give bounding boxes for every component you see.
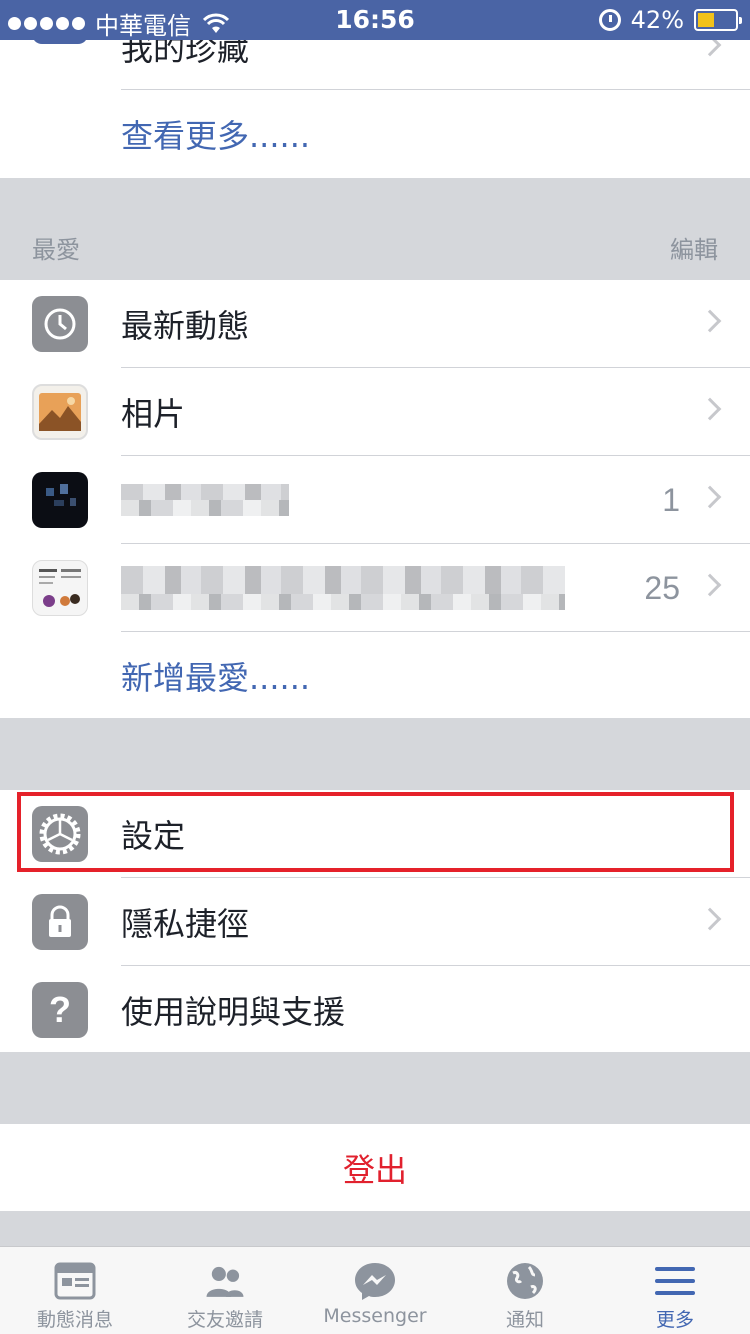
battery-percent: 42%	[630, 6, 684, 34]
tab-label: 動態消息	[36, 1309, 113, 1331]
settings-section: 設定 隱私捷徑 ? 使用說明與支援	[0, 790, 750, 1052]
group-thumbnail-icon	[32, 472, 88, 528]
chevron-right-icon	[698, 309, 722, 333]
clock-icon	[32, 296, 88, 352]
see-more-link[interactable]: 查看更多......	[121, 111, 310, 157]
help-support-row[interactable]: ? 使用說明與支援	[0, 966, 750, 1054]
question-mark-icon: ?	[32, 982, 88, 1038]
tab-bar: 動態消息 交友邀請 Messenger 通知 更多	[0, 1246, 750, 1334]
see-more-row[interactable]: 查看更多......	[0, 90, 750, 178]
favorite-label: 相片	[121, 395, 186, 433]
favorites-edit-button[interactable]: 編輯	[670, 230, 718, 265]
chevron-right-icon	[698, 573, 722, 597]
tab-label: 通知	[505, 1309, 544, 1331]
favorite-item-group[interactable]: 1	[0, 456, 750, 544]
tab-messenger[interactable]: Messenger	[300, 1247, 450, 1334]
tab-notifications[interactable]: 通知	[450, 1247, 600, 1334]
messenger-icon	[355, 1263, 395, 1300]
favorites-header: 最愛	[32, 236, 80, 264]
notification-count: 25	[644, 569, 680, 606]
friend-requests-icon	[206, 1266, 244, 1297]
privacy-shortcuts-row[interactable]: 隱私捷徑	[0, 878, 750, 966]
favorite-item-photos[interactable]: 相片	[0, 368, 750, 456]
tab-label: 交友邀請	[186, 1309, 263, 1331]
add-favorite-link[interactable]: 新增最愛......	[121, 653, 310, 699]
notification-count: 1	[662, 481, 680, 518]
favorites-section: 最新動態 相片 1 25 新增最愛......	[0, 280, 750, 718]
battery-icon	[694, 9, 742, 31]
logout-button[interactable]: 登出	[0, 1124, 750, 1211]
page-thumbnail-icon	[32, 560, 88, 616]
favorite-label: 最新動態	[121, 307, 250, 345]
status-bar: 中華電信 16:56 42%	[0, 0, 750, 40]
menu-icon	[655, 1267, 695, 1295]
favorite-item-news-feed[interactable]: 最新動態	[0, 280, 750, 368]
lock-icon	[32, 894, 88, 950]
chevron-right-icon	[698, 907, 722, 931]
alarm-icon	[598, 9, 621, 31]
redacted-name	[121, 484, 289, 516]
chevron-right-icon	[698, 485, 722, 509]
tab-friend-requests[interactable]: 交友邀請	[150, 1247, 300, 1334]
favorite-item-page[interactable]: 25	[0, 544, 750, 632]
tab-label: 更多	[655, 1309, 694, 1331]
tab-news-feed[interactable]: 動態消息	[0, 1247, 150, 1334]
settings-row[interactable]: 設定	[0, 790, 750, 878]
news-feed-icon	[54, 1262, 96, 1300]
settings-label: 設定	[121, 817, 186, 855]
logout-label: 登出	[342, 1150, 407, 1189]
chevron-right-icon	[698, 397, 722, 421]
help-label: 使用說明與支援	[121, 993, 346, 1031]
gear-icon	[32, 806, 88, 862]
privacy-label: 隱私捷徑	[121, 905, 250, 943]
add-favorite-row[interactable]: 新增最愛......	[0, 632, 750, 720]
photos-icon	[32, 384, 88, 440]
redacted-name	[121, 566, 565, 610]
notifications-globe-icon	[507, 1263, 543, 1299]
tab-more[interactable]: 更多	[600, 1247, 750, 1334]
tab-label: Messenger	[323, 1305, 427, 1327]
